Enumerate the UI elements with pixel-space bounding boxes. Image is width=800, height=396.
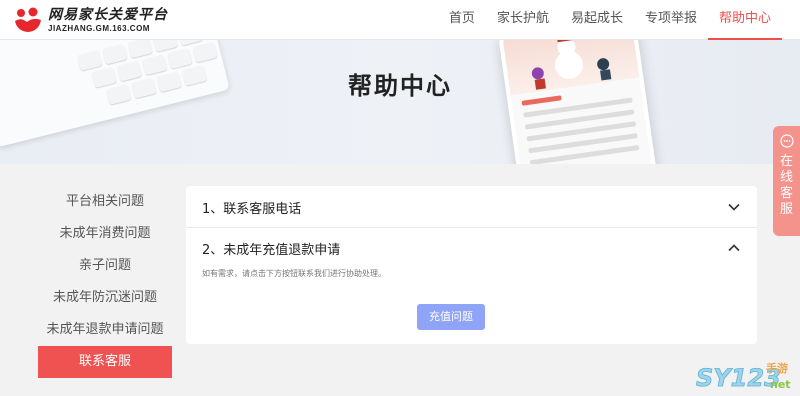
faq-answer-text: 如有需求，请点击下方按钮联系我们进行协助处理。 — [202, 269, 386, 278]
svg-text:手游: 手游 — [766, 361, 788, 375]
nav-home[interactable]: 首页 — [438, 0, 486, 40]
sidebar-item-refund[interactable]: 未成年退款申请问题 — [38, 314, 172, 346]
phone-illustration — [497, 40, 661, 164]
faq-panel: 1、联系客服电话 2、未成年充值退款申请 如有需求，请点击下方按钮联系我们进行协… — [186, 186, 757, 344]
chevron-down-icon[interactable] — [727, 200, 741, 214]
sidebar-item-platform[interactable]: 平台相关问题 — [38, 186, 172, 218]
main-nav: 首页 家长护航 易起成长 专项举报 帮助中心 — [438, 0, 783, 40]
page-title: 帮助中心 — [348, 72, 452, 100]
logo-title: 网易家长关爱平台 — [48, 6, 168, 23]
nav-grow-together[interactable]: 易起成长 — [560, 0, 634, 40]
hero-banner: 帮助中心 — [0, 40, 800, 164]
faq-question-1[interactable]: 1、联系客服电话 — [202, 187, 741, 227]
chevron-up-icon[interactable] — [727, 241, 741, 255]
recharge-issue-button[interactable]: 充值问题 — [417, 304, 485, 330]
nav-help-center[interactable]: 帮助中心 — [707, 0, 783, 40]
faq-question-2[interactable]: 2、未成年充值退款申请 — [202, 228, 741, 268]
sidebar-item-anti-addiction[interactable]: 未成年防沉迷问题 — [38, 282, 172, 314]
sy123-watermark-logo: SY123 手游 net — [696, 361, 791, 392]
nav-special-report[interactable]: 专项举报 — [634, 0, 708, 40]
top-header: 网易家长关爱平台 JIAZHANG.GM.163.COM 首页 家长护航 易起成… — [0, 0, 800, 40]
svg-text:net: net — [770, 378, 791, 391]
sidebar-item-parent-child[interactable]: 亲子问题 — [38, 250, 172, 282]
help-sidebar: 平台相关问题 未成年消费问题 亲子问题 未成年防沉迷问题 未成年退款申请问题 联… — [38, 186, 172, 378]
faq-question-title: 2、未成年充值退款申请 — [202, 242, 341, 258]
logo-family-icon — [15, 7, 41, 32]
site-logo[interactable]: 网易家长关爱平台 JIAZHANG.GM.163.COM — [14, 4, 168, 36]
sidebar-item-minor-spending[interactable]: 未成年消费问题 — [38, 218, 172, 250]
nav-parent-guard[interactable]: 家长护航 — [486, 0, 560, 40]
faq-question-title: 1、联系客服电话 — [202, 201, 302, 217]
online-service-button[interactable]: 在线客服 — [773, 126, 800, 236]
logo-domain: JIAZHANG.GM.163.COM — [48, 23, 150, 33]
online-service-label: 在线客服 — [779, 154, 793, 217]
chat-icon — [779, 134, 794, 148]
sidebar-item-contact[interactable]: 联系客服 — [38, 346, 172, 378]
